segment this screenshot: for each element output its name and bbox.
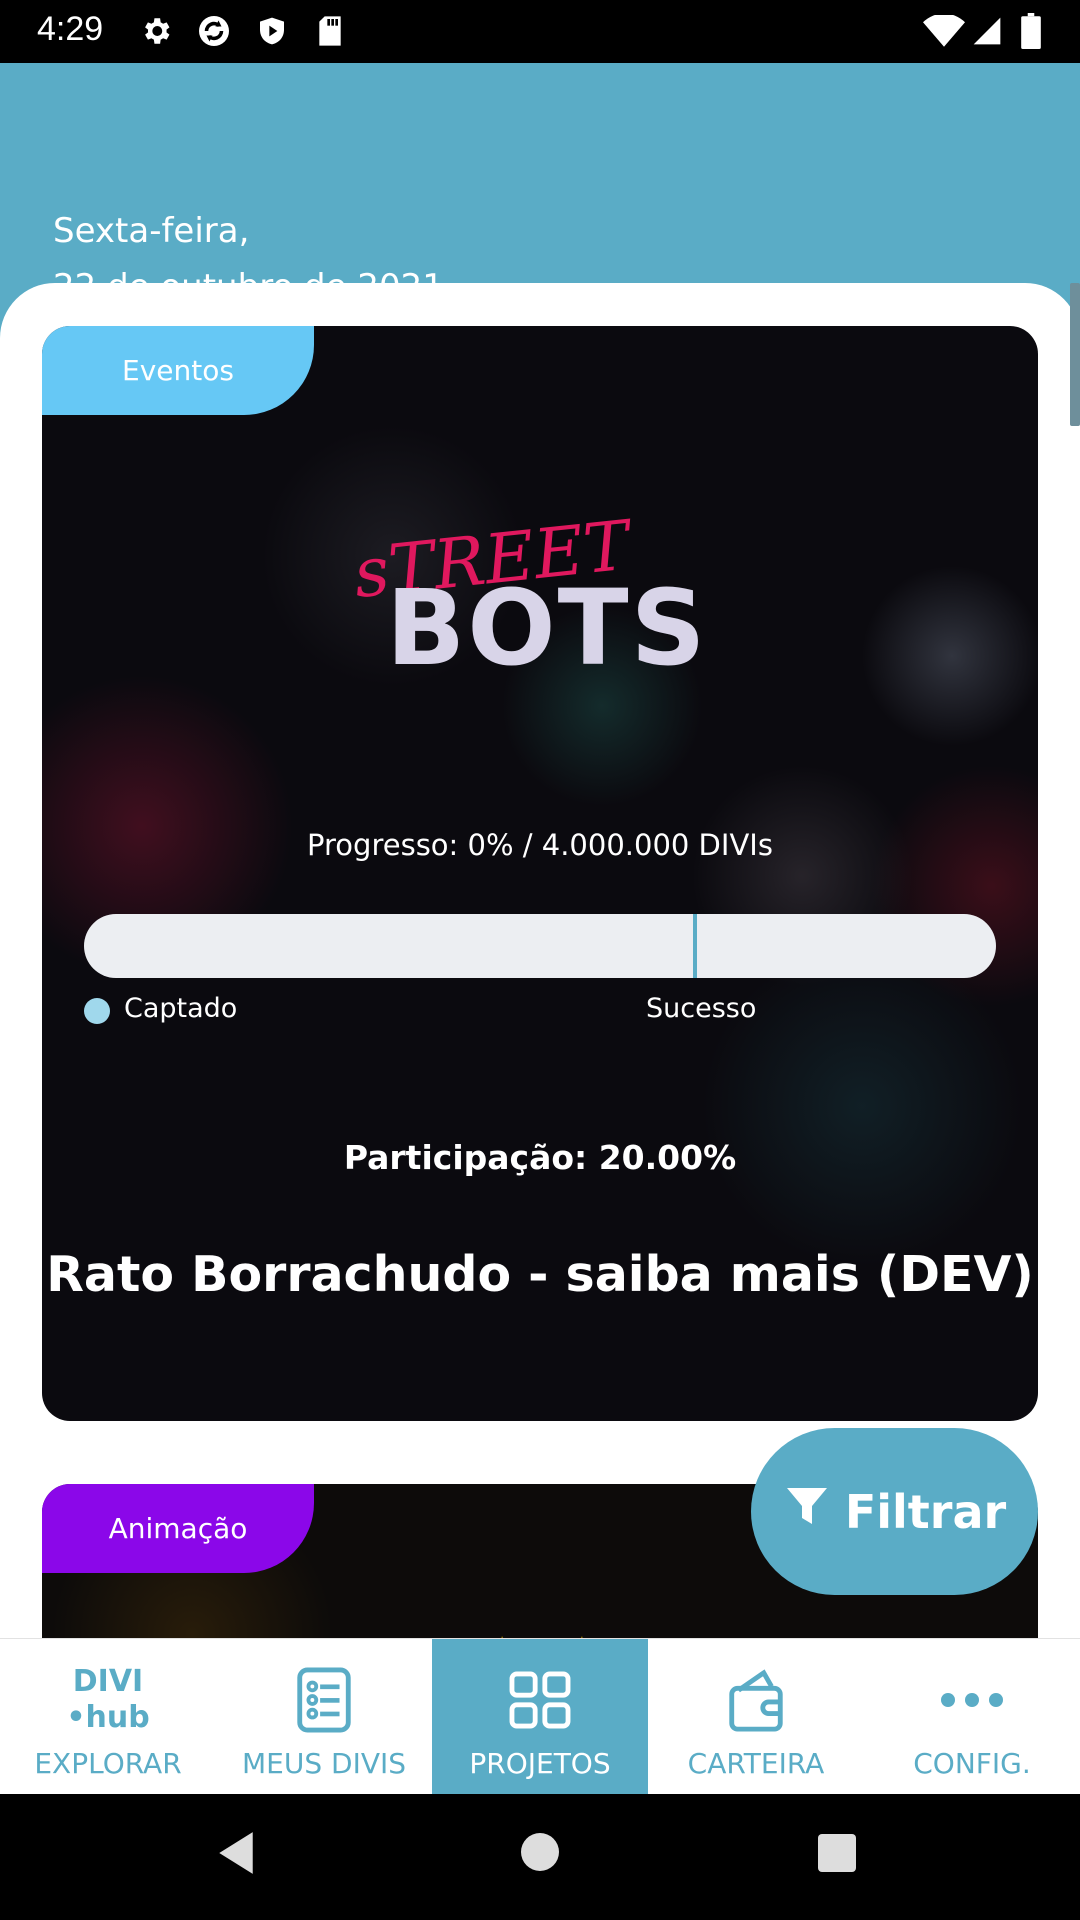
divihub-logo-icon: DIVI •hub <box>66 1657 149 1743</box>
success-marker <box>693 914 698 978</box>
divihub-logo-bottom: •hub <box>66 1700 150 1735</box>
wallet-icon <box>728 1657 784 1743</box>
progress-text: Progresso: 0% / 4.000.000 DIVIs <box>307 828 773 862</box>
wifi-icon <box>923 13 965 49</box>
nav-item-config[interactable]: CONFIG. <box>864 1639 1080 1795</box>
logo-text-bottom: BOTS <box>386 567 708 676</box>
captado-legend-label: Captado <box>124 993 238 1024</box>
sd-card-icon <box>312 13 348 49</box>
recents-icon[interactable] <box>817 1833 857 1877</box>
status-bar: 4:29 <box>0 0 1080 63</box>
cell-signal-icon <box>969 13 1005 49</box>
project-image <box>501 1636 583 1638</box>
project-logo: sTREET BOTS <box>350 506 708 676</box>
status-time: 4:29 <box>37 10 104 48</box>
divihub-logo-top: DIVI <box>72 1664 144 1699</box>
header: Sexta-feira, 22 de outubro de 2021 <box>0 63 1080 307</box>
category-tag: Eventos <box>42 326 314 415</box>
filter-button-label: Filtrar <box>844 1484 1007 1539</box>
sync-icon <box>196 13 232 49</box>
more-dots-icon <box>939 1657 1005 1743</box>
nav-label: EXPLORAR <box>34 1747 182 1780</box>
nav-item-meus-divis[interactable]: MEUS DIVIS <box>216 1639 432 1795</box>
system-nav-bar <box>0 1794 1080 1920</box>
nav-item-carteira[interactable]: CARTEIRA <box>648 1639 864 1795</box>
nav-label: PROJETOS <box>469 1747 611 1780</box>
battery-icon <box>1016 13 1046 49</box>
grid-icon <box>509 1657 571 1743</box>
weekday-text: Sexta-feira, <box>53 211 250 251</box>
list-icon <box>296 1657 352 1743</box>
filter-button[interactable]: Filtrar <box>751 1428 1038 1595</box>
project-title[interactable]: Rato Borrachudo - saiba mais (DEV) <box>42 1246 1038 1303</box>
funnel-icon <box>783 1481 831 1542</box>
scrollbar[interactable] <box>1070 283 1080 426</box>
participation-text: Participação: 20.00% <box>343 1138 737 1177</box>
nav-label: MEUS DIVIS <box>241 1747 407 1780</box>
progress-bar <box>84 914 996 978</box>
sucesso-label: Sucesso <box>646 993 757 1024</box>
captado-legend-dot <box>84 998 110 1024</box>
category-tag: Animação <box>42 1484 314 1573</box>
nav-label: CARTEIRA <box>687 1747 825 1780</box>
nav-item-projetos[interactable]: PROJETOS <box>432 1639 648 1795</box>
shield-icon <box>254 13 290 49</box>
nav-label: CONFIG. <box>913 1747 1031 1780</box>
bottom-nav: DIVI •hub EXPLORAR MEUS DIVIS PROJETOS C… <box>0 1638 1080 1795</box>
nav-item-explorar[interactable]: DIVI •hub EXPLORAR <box>0 1639 216 1795</box>
gear-icon <box>138 13 174 49</box>
home-icon[interactable] <box>520 1832 560 1876</box>
back-icon[interactable] <box>215 1830 257 1880</box>
project-card[interactable]: Eventos sTREET BOTS Progresso: 0% / 4.00… <box>42 326 1038 1421</box>
